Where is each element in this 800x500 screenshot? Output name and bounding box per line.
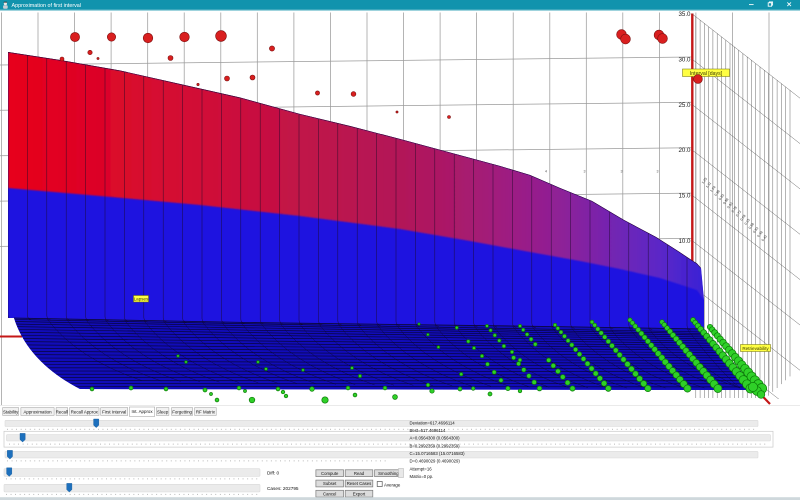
svg-text:30.0: 30.0 — [678, 57, 691, 64]
svg-text:Deviation=617.4696114: Deviation=617.4696114 — [410, 420, 456, 425]
svg-text:35.0: 35.0 — [678, 11, 691, 18]
svg-text:Cancel: Cancel — [323, 491, 336, 496]
svg-text:Read: Read — [354, 471, 365, 476]
svg-text:Attempt=16: Attempt=16 — [410, 466, 433, 471]
svg-text:Forgetting: Forgetting — [172, 409, 192, 414]
svg-text:Sleep: Sleep — [157, 409, 169, 414]
svg-text:Retrievability: Retrievability — [742, 346, 769, 351]
svg-text:Compute: Compute — [321, 471, 339, 476]
svg-text:Export: Export — [353, 491, 366, 496]
svg-text:Approximation: Approximation — [23, 409, 52, 414]
svg-text:25.0: 25.0 — [678, 102, 691, 109]
svg-text:First Interval: First Interval — [102, 409, 126, 414]
svg-text:Matrix=0 pp.: Matrix=0 pp. — [410, 474, 434, 479]
svg-text:Cases: 202795: Cases: 202795 — [267, 486, 299, 491]
svg-text:3: 3 — [584, 169, 586, 173]
svg-text:Reset Cases: Reset Cases — [347, 481, 372, 486]
svg-text:Best=617.4696114: Best=617.4696114 — [410, 428, 446, 433]
svg-text:10.0: 10.0 — [678, 238, 691, 245]
svg-text:Recall Approx: Recall Approx — [71, 409, 99, 414]
svg-text:15.0: 15.0 — [678, 193, 691, 200]
svg-text:Smoothing: Smoothing — [378, 471, 399, 476]
svg-text:Recall: Recall — [56, 409, 68, 414]
svg-text:Lapses: Lapses — [134, 297, 150, 302]
svg-text:Stability: Stability — [3, 409, 19, 414]
svg-text:20.0: 20.0 — [678, 147, 691, 154]
svg-text:Approximation of first interva: Approximation of first interval — [12, 3, 82, 9]
svg-text:A=0.0564300 (0.0564300): A=0.0564300 (0.0564300) — [410, 436, 461, 441]
svg-text:Diff: 0: Diff: 0 — [267, 471, 280, 476]
svg-text:Average: Average — [384, 482, 401, 487]
svg-text:3: 3 — [621, 169, 623, 173]
svg-text:C=15.0716583 (15.0716583): C=15.0716583 (15.0716583) — [410, 451, 466, 456]
svg-text:Int. Approx: Int. Approx — [132, 409, 154, 414]
svg-text:RF Matrix: RF Matrix — [196, 409, 216, 414]
svg-text:3: 3 — [657, 169, 659, 173]
svg-text:B=0.2992359 (0.2992359): B=0.2992359 (0.2992359) — [410, 443, 461, 448]
svg-text:4: 4 — [545, 169, 547, 173]
svg-text:Subset: Subset — [323, 481, 337, 486]
svg-text:D=0.4690029 (0.4690029): D=0.4690029 (0.4690029) — [410, 459, 461, 464]
